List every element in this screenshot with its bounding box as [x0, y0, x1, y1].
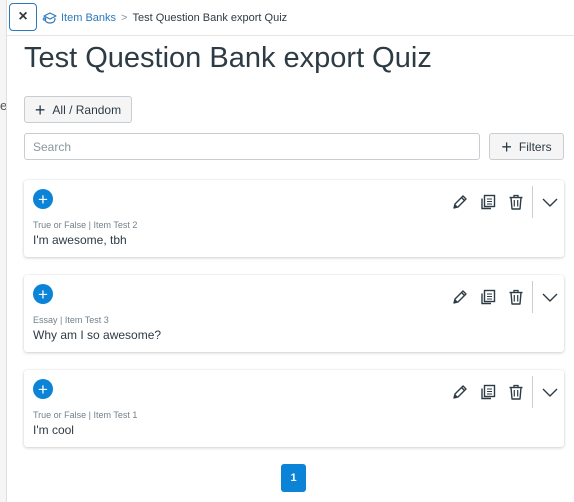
trash-icon	[507, 288, 525, 306]
breadcrumb-separator: >	[121, 11, 128, 24]
trash-icon	[507, 193, 525, 211]
question-actions	[446, 281, 564, 313]
quiz-builder-tray: × Item Banks > Test Question Bank export…	[6, 0, 574, 502]
add-question-button[interactable]: +	[33, 379, 53, 399]
close-button[interactable]: ×	[9, 3, 37, 31]
question-meta: True or False | Item Test 2	[33, 220, 138, 230]
question-text: Why am I so awesome?	[33, 328, 162, 342]
filters-button[interactable]: + Filters	[489, 133, 564, 160]
question-card: + True or False | Item Test 2 I'm awesom…	[24, 180, 564, 257]
expand-button[interactable]	[536, 283, 564, 311]
close-icon: ×	[18, 8, 28, 25]
question-meta: Essay | Item Test 3	[33, 315, 109, 325]
edit-button[interactable]	[446, 283, 474, 311]
plus-icon: +	[38, 379, 48, 399]
add-all-random-label: All / Random	[52, 102, 122, 117]
chevron-down-icon	[541, 193, 559, 211]
add-all-random-button[interactable]: + All / Random	[24, 96, 132, 123]
plus-icon: +	[501, 136, 512, 157]
edit-button[interactable]	[446, 378, 474, 406]
filters-label: Filters	[518, 139, 552, 154]
copy-button[interactable]	[474, 188, 502, 216]
copy-icon	[479, 288, 497, 306]
edit-button[interactable]	[446, 188, 474, 216]
pencil-icon	[451, 288, 469, 306]
pagination-page-button[interactable]: 1	[281, 464, 306, 492]
item-bank-icon	[42, 11, 58, 25]
breadcrumb-item-banks-link[interactable]: Item Banks	[61, 12, 116, 24]
copy-button[interactable]	[474, 283, 502, 311]
tray-header: × Item Banks > Test Question Bank export…	[7, 0, 574, 36]
page-title: Test Question Bank export Quiz	[24, 42, 432, 74]
question-actions	[446, 376, 564, 408]
add-question-button[interactable]: +	[33, 189, 53, 209]
question-actions	[446, 186, 564, 218]
question-text: I'm awesome, tbh	[33, 233, 127, 247]
action-divider	[532, 281, 533, 313]
question-meta: True or False | Item Test 1	[33, 410, 138, 420]
plus-icon: +	[38, 189, 48, 209]
question-text: I'm cool	[33, 423, 74, 437]
copy-icon	[479, 383, 497, 401]
chevron-down-icon	[541, 288, 559, 306]
action-divider	[532, 376, 533, 408]
delete-button[interactable]	[502, 283, 530, 311]
delete-button[interactable]	[502, 188, 530, 216]
search-input[interactable]	[24, 133, 480, 160]
pencil-icon	[451, 383, 469, 401]
delete-button[interactable]	[502, 378, 530, 406]
action-divider	[532, 186, 533, 218]
plus-icon: +	[38, 284, 48, 304]
chevron-down-icon	[541, 383, 559, 401]
question-card: + True or False | Item Test 1 I'm cool	[24, 370, 564, 447]
trash-icon	[507, 383, 525, 401]
question-card: + Essay | Item Test 3 Why am I so awesom…	[24, 275, 564, 352]
copy-icon	[479, 193, 497, 211]
add-question-button[interactable]: +	[33, 284, 53, 304]
pencil-icon	[451, 193, 469, 211]
breadcrumb-current: Test Question Bank export Quiz	[132, 11, 288, 24]
expand-button[interactable]	[536, 378, 564, 406]
expand-button[interactable]	[536, 188, 564, 216]
copy-button[interactable]	[474, 378, 502, 406]
breadcrumb: Item Banks > Test Question Bank export Q…	[42, 0, 287, 35]
plus-icon: +	[34, 99, 46, 120]
